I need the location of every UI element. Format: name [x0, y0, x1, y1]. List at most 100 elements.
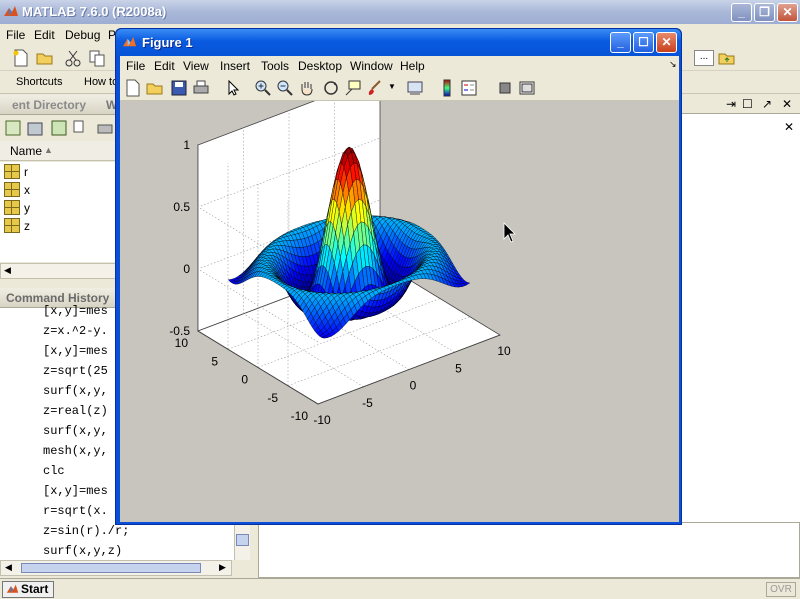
history-line[interactable]: z=real(z) — [43, 404, 108, 418]
show-plot-tools-icon[interactable] — [518, 79, 536, 97]
x-tick-label: -5 — [362, 396, 373, 410]
cut-icon[interactable] — [64, 49, 82, 67]
ovr-indicator: OVR — [766, 582, 796, 597]
restore-button[interactable]: ❐ — [754, 3, 775, 22]
history-line[interactable]: r=sqrt(x. — [43, 504, 108, 518]
minimize-button[interactable]: _ — [731, 3, 752, 22]
fig-menu-desktop[interactable]: Desktop — [298, 59, 342, 73]
history-line[interactable]: surf(x,y,z) — [43, 544, 122, 558]
start-button[interactable]: Start — [2, 581, 54, 598]
x-tick-label: -10 — [313, 413, 331, 427]
directory-new-icon[interactable] — [4, 119, 22, 137]
z-tick-label: 0 — [183, 262, 190, 276]
howto-link[interactable]: How to — [84, 76, 118, 88]
undock-icon[interactable]: ↗ — [762, 97, 772, 111]
history-line[interactable]: clc — [43, 464, 65, 478]
fig-menu-insert[interactable]: Insert — [220, 59, 250, 73]
fig-menu-window[interactable]: Window — [350, 59, 393, 73]
status-bar: Start OVR — [0, 578, 800, 599]
pointer-arrow-icon[interactable] — [224, 79, 242, 97]
history-line[interactable]: z=x.^2-y. — [43, 324, 108, 338]
new-figure-icon[interactable] — [124, 79, 142, 97]
fig-menu-view[interactable]: View — [183, 59, 209, 73]
brush-dropdown-icon[interactable]: ▼ — [388, 82, 396, 91]
mouse-cursor-icon — [503, 222, 516, 243]
open-folder-icon[interactable] — [36, 49, 54, 67]
history-line[interactable]: [x,y]=mes — [43, 344, 108, 358]
colorbar-icon[interactable] — [438, 79, 456, 97]
fig-menu-help[interactable]: Help — [400, 59, 425, 73]
command-history-label[interactable]: Command History — [6, 291, 109, 305]
open-file-icon[interactable] — [146, 79, 164, 97]
figure-titlebar[interactable]: Figure 1 _ ☐ ✕ — [116, 29, 681, 56]
directory-grid-icon[interactable] — [50, 119, 68, 137]
scroll-thumb[interactable] — [236, 534, 249, 546]
figure-minimize-button[interactable]: _ — [610, 32, 631, 53]
figure-maximize-button[interactable]: ☐ — [633, 32, 654, 53]
history-line[interactable]: z=sqrt(25 — [43, 364, 108, 378]
history-line[interactable]: surf(x,y, — [43, 424, 108, 438]
browse-button[interactable]: ... — [694, 50, 714, 66]
fig-menu-tools[interactable]: Tools — [261, 59, 289, 73]
variable-icon — [4, 182, 20, 197]
close-pane-icon[interactable]: ✕ — [782, 97, 792, 111]
z-tick-label: 0.5 — [173, 200, 190, 214]
variable-icon — [4, 200, 20, 215]
scroll-right-icon[interactable]: ▶ — [219, 562, 226, 573]
close-tab-icon[interactable]: ✕ — [784, 120, 794, 134]
copy-icon[interactable] — [88, 49, 106, 67]
history-line[interactable]: [x,y]=mes — [43, 304, 108, 318]
command-window-titlebar: ⇥ ☐ ↗ ✕ — [682, 96, 800, 114]
new-file-icon[interactable] — [12, 49, 30, 67]
dock-arrow-icon[interactable]: ↘ — [669, 59, 677, 70]
print-icon[interactable] — [96, 119, 114, 137]
save-icon[interactable] — [170, 79, 188, 97]
workspace-list: r x y z — [0, 162, 118, 262]
scroll-thumb[interactable] — [21, 563, 201, 573]
history-line[interactable]: [x,y]=mes — [43, 484, 108, 498]
matlab-logo-icon — [122, 36, 137, 47]
menu-file[interactable]: File — [6, 28, 25, 42]
current-directory-title: ent Directory W — [0, 95, 118, 115]
directory-import-icon[interactable] — [26, 119, 44, 137]
data-cursor-icon[interactable] — [344, 79, 362, 97]
legend-icon[interactable] — [460, 79, 478, 97]
print-icon[interactable] — [192, 79, 210, 97]
fig-menu-file[interactable]: File — [126, 59, 145, 73]
history-hscrollbar[interactable]: ◀ ▶ — [0, 560, 232, 576]
figure-window: Figure 1 _ ☐ ✕ File Edit View Insert Too… — [115, 28, 682, 525]
command-window-pane[interactable] — [682, 96, 800, 576]
name-column-header[interactable]: Name ▲ — [0, 141, 118, 161]
zoom-in-icon[interactable] — [254, 79, 272, 97]
fig-menu-edit[interactable]: Edit — [154, 59, 175, 73]
figure-title: Figure 1 — [142, 35, 193, 50]
directory-scrollbar[interactable]: ◀ — [0, 263, 118, 279]
sort-ascending-icon: ▲ — [44, 145, 53, 155]
directory-copy-icon[interactable] — [72, 119, 90, 137]
maximize-pane-icon[interactable]: ☐ — [742, 97, 753, 111]
surface-plot[interactable]: 10.50-0.51050-5-10 -10-50510 — [120, 75, 679, 522]
figure-canvas[interactable]: 1 0.5 0 -0.5 10 5 0 -5 -10 -10 -5 0 5 10 — [120, 75, 679, 522]
history-line[interactable]: z=sin(r)./r; — [43, 524, 129, 538]
history-line[interactable]: surf(x,y, — [43, 384, 108, 398]
figure-close-button[interactable]: ✕ — [656, 32, 677, 53]
scroll-left-icon[interactable]: ◀ — [5, 562, 12, 573]
command-window[interactable] — [258, 522, 800, 578]
current-directory-label[interactable]: ent Directory — [12, 98, 86, 112]
link-plot-icon[interactable] — [406, 79, 424, 97]
dock-icon[interactable]: ⇥ — [726, 97, 736, 111]
menu-edit[interactable]: Edit — [34, 28, 55, 42]
zoom-out-icon[interactable] — [276, 79, 294, 97]
history-line[interactable]: mesh(x,y, — [43, 444, 108, 458]
brush-icon[interactable] — [366, 79, 384, 97]
menu-debug[interactable]: Debug — [65, 28, 100, 42]
shortcuts-label[interactable]: Shortcuts — [16, 76, 62, 88]
scroll-left-icon[interactable]: ◀ — [4, 265, 11, 276]
up-folder-icon[interactable] — [718, 49, 736, 67]
hide-plot-tools-icon[interactable] — [496, 79, 514, 97]
rotate-3d-icon[interactable] — [322, 79, 340, 97]
close-button[interactable]: ✕ — [777, 3, 798, 22]
pan-hand-icon[interactable] — [298, 79, 316, 97]
matlab-logo-icon — [4, 6, 18, 16]
x-tick-label: 0 — [410, 379, 417, 393]
